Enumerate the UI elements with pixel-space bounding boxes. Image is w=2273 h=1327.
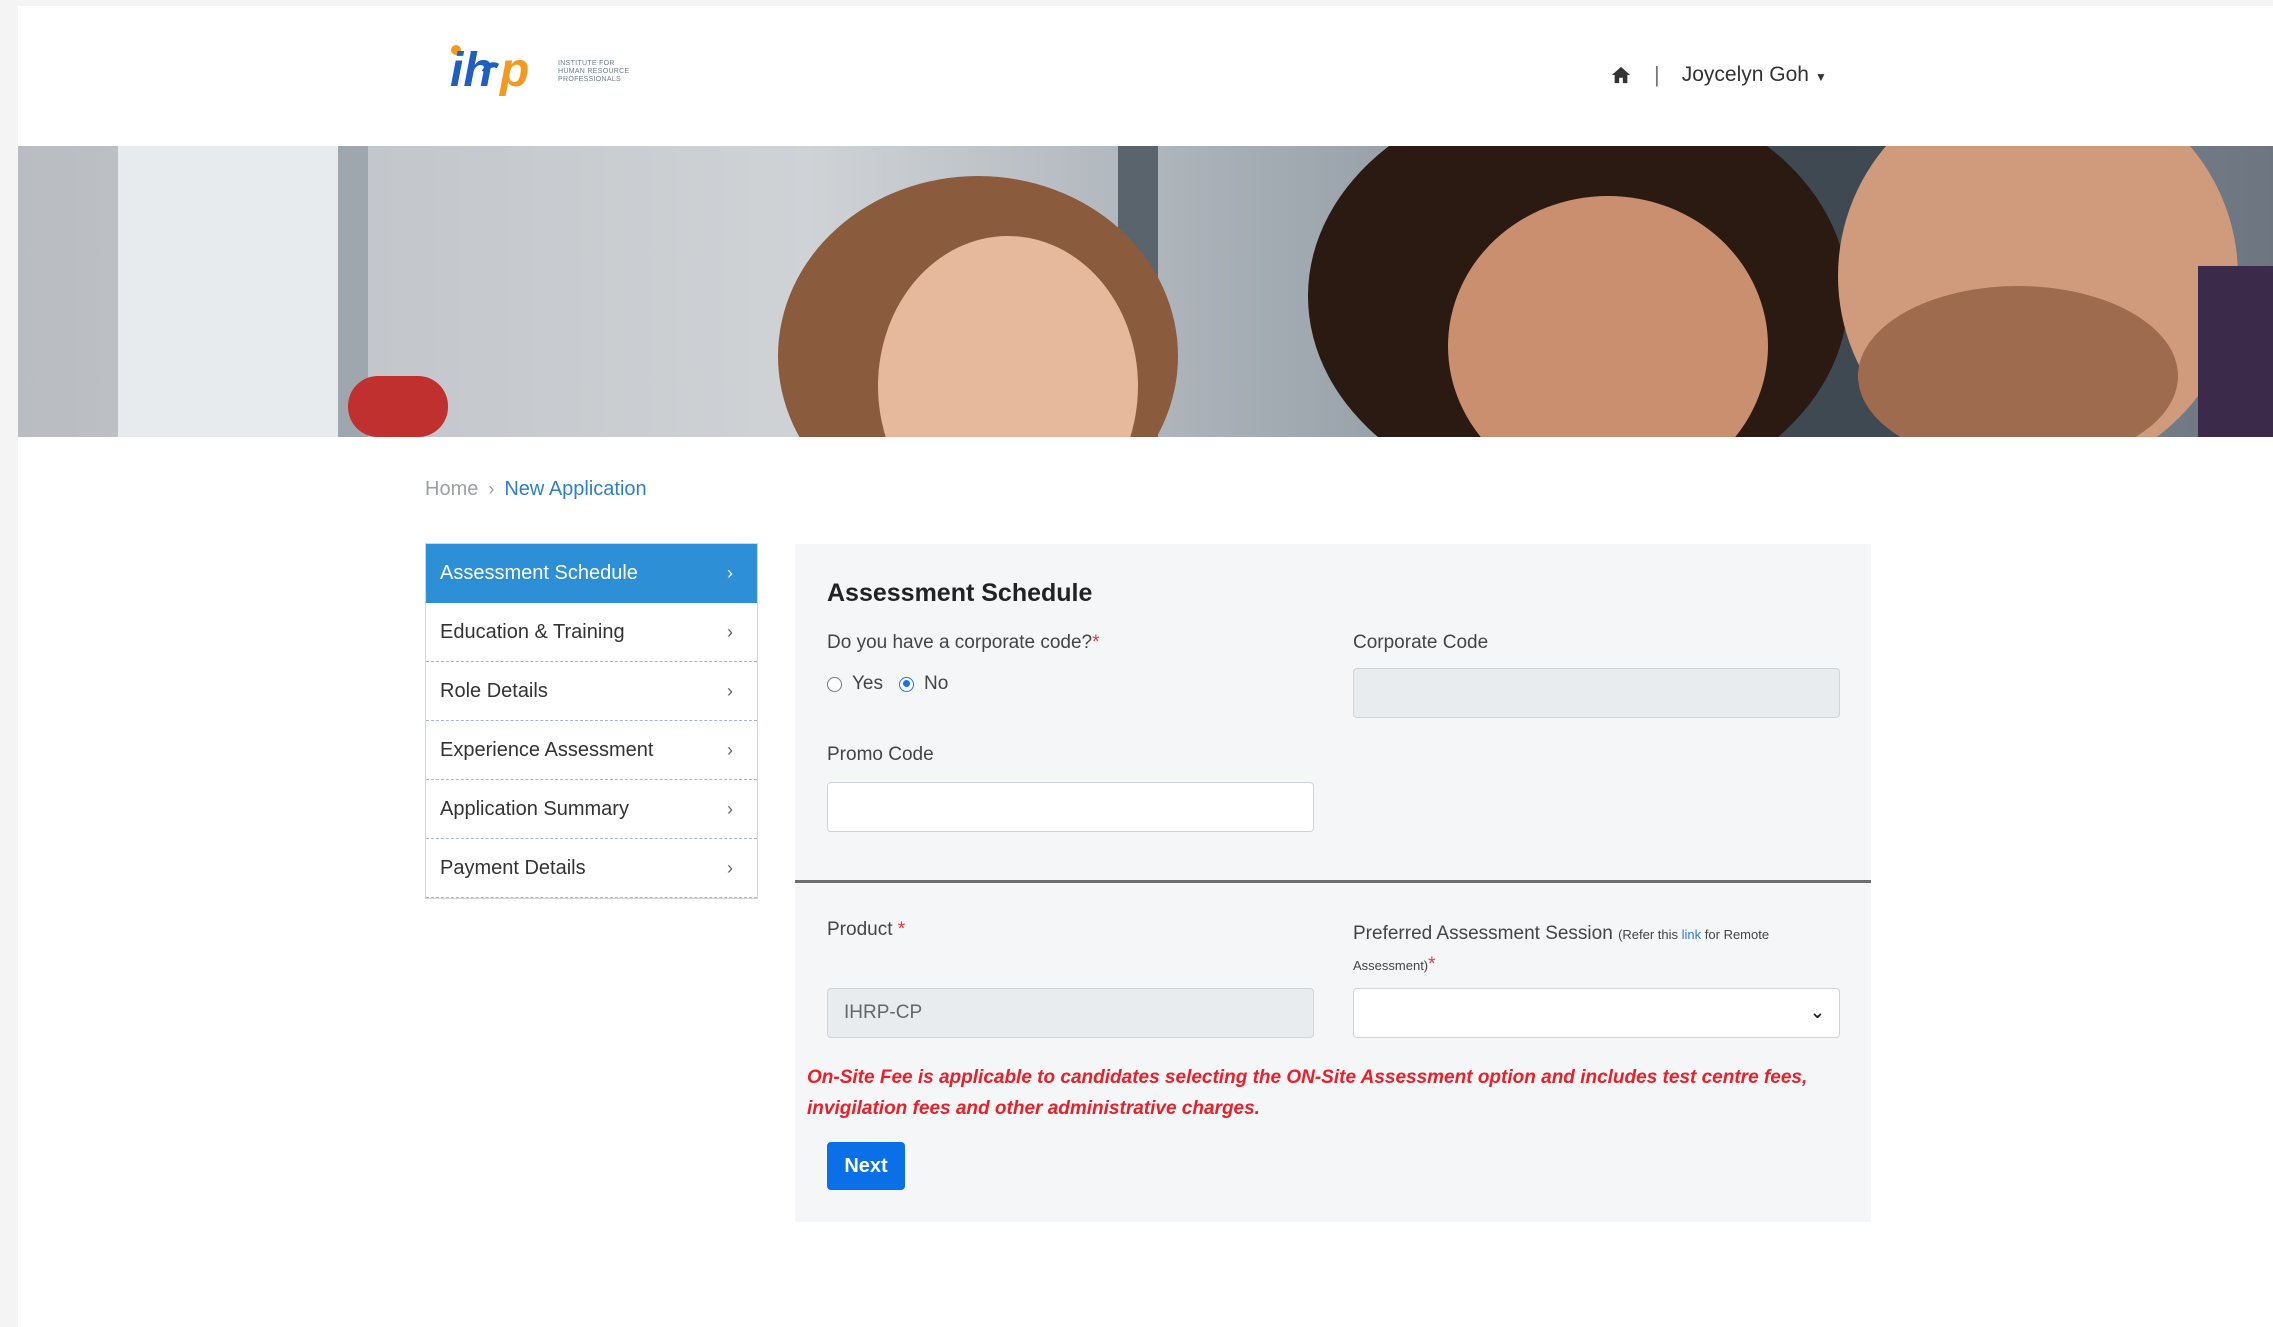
sidebar-item-label: Experience Assessment bbox=[440, 738, 654, 761]
ihrp-logo-mark: ih p bbox=[450, 44, 529, 97]
chevron-right-icon: › bbox=[727, 799, 733, 819]
panel-title: Assessment Schedule bbox=[827, 579, 1093, 607]
promo-code-label: Promo Code bbox=[827, 744, 934, 765]
sidebar-item-payment-details[interactable]: Payment Details › bbox=[426, 839, 757, 898]
left-strip bbox=[0, 0, 18, 1327]
section-divider bbox=[795, 880, 1871, 883]
remote-assessment-link[interactable]: link bbox=[1682, 927, 1702, 942]
assessment-schedule-panel: Assessment Schedule Do you have a corpor… bbox=[795, 544, 1871, 1222]
caret-down-icon: ▼ bbox=[1814, 70, 1827, 84]
sidebar-item-education-training[interactable]: Education & Training › bbox=[426, 603, 757, 662]
step-sidebar: Assessment Schedule › Education & Traini… bbox=[425, 543, 758, 899]
promo-code-input[interactable] bbox=[827, 782, 1314, 832]
svg-text:p: p bbox=[498, 44, 529, 97]
corporate-code-label: Corporate Code bbox=[1353, 632, 1489, 653]
chevron-right-icon: › bbox=[727, 858, 733, 878]
chevron-down-icon: ⌄ bbox=[1809, 1002, 1825, 1022]
sidebar-item-application-summary[interactable]: Application Summary › bbox=[426, 780, 757, 839]
sidebar-item-experience-assessment[interactable]: Experience Assessment › bbox=[426, 721, 757, 780]
product-label: Product * bbox=[827, 919, 906, 940]
user-menu[interactable]: Joycelyn Goh ▼ bbox=[1682, 63, 1827, 87]
corporate-code-radio-group: Yes No bbox=[827, 673, 964, 695]
required-mark: * bbox=[1428, 954, 1436, 975]
logo-tagline: INSTITUTE FOR HUMAN RESOURCE PROFESSIONA… bbox=[558, 60, 630, 83]
breadcrumb-home[interactable]: Home bbox=[425, 478, 478, 501]
ihrp-logo[interactable]: ih p INSTITUTE FOR HUMAN RESOURCE PROFES… bbox=[448, 42, 638, 102]
sidebar-item-role-details[interactable]: Role Details › bbox=[426, 662, 757, 721]
chevron-right-icon: › bbox=[727, 622, 733, 642]
corporate-code-input[interactable] bbox=[1353, 668, 1840, 718]
hero-image bbox=[18, 146, 2273, 437]
chevron-right-icon: › bbox=[727, 740, 733, 760]
session-note: (Refer this link for Remote bbox=[1618, 927, 1770, 942]
home-icon[interactable] bbox=[1610, 65, 1632, 85]
radio-no-label: No bbox=[924, 673, 949, 694]
sidebar-item-label: Payment Details bbox=[440, 856, 586, 879]
product-input[interactable] bbox=[827, 988, 1314, 1038]
sidebar-item-assessment-schedule[interactable]: Assessment Schedule › bbox=[426, 544, 757, 603]
sidebar-item-label: Education & Training bbox=[440, 620, 625, 643]
required-mark: * bbox=[1092, 632, 1100, 653]
radio-yes-label: Yes bbox=[852, 673, 883, 694]
site-header: ih p INSTITUTE FOR HUMAN RESOURCE PROFES… bbox=[18, 6, 2273, 146]
session-label: Preferred Assessment Session (Refer this… bbox=[1353, 923, 1770, 975]
user-name: Joycelyn Goh bbox=[1681, 63, 1809, 86]
onsite-fee-notice: On-Site Fee is applicable to candidates … bbox=[807, 1067, 1808, 1119]
breadcrumb-separator: › bbox=[488, 479, 495, 499]
radio-yes[interactable] bbox=[827, 676, 842, 692]
page: ih p INSTITUTE FOR HUMAN RESOURCE PROFES… bbox=[0, 0, 2273, 1327]
required-mark: * bbox=[897, 919, 906, 940]
chevron-right-icon: › bbox=[727, 563, 733, 583]
next-button[interactable]: Next bbox=[827, 1142, 905, 1190]
sidebar-item-label: Application Summary bbox=[440, 797, 629, 820]
hero-banner bbox=[18, 146, 2273, 437]
chevron-right-icon: › bbox=[727, 681, 733, 701]
corporate-question-label: Do you have a corporate code?* bbox=[827, 632, 1100, 653]
breadcrumb: Home › New Application bbox=[425, 478, 647, 501]
preferred-session-select[interactable]: ⌄ bbox=[1353, 988, 1840, 1038]
radio-no[interactable] bbox=[899, 676, 914, 692]
nav-separator: | bbox=[1654, 62, 1660, 87]
sidebar-item-label: Role Details bbox=[440, 679, 548, 702]
header-nav: | Joycelyn Goh ▼ bbox=[1610, 62, 1827, 88]
breadcrumb-current[interactable]: New Application bbox=[504, 478, 646, 501]
sidebar-item-label: Assessment Schedule bbox=[440, 561, 638, 584]
